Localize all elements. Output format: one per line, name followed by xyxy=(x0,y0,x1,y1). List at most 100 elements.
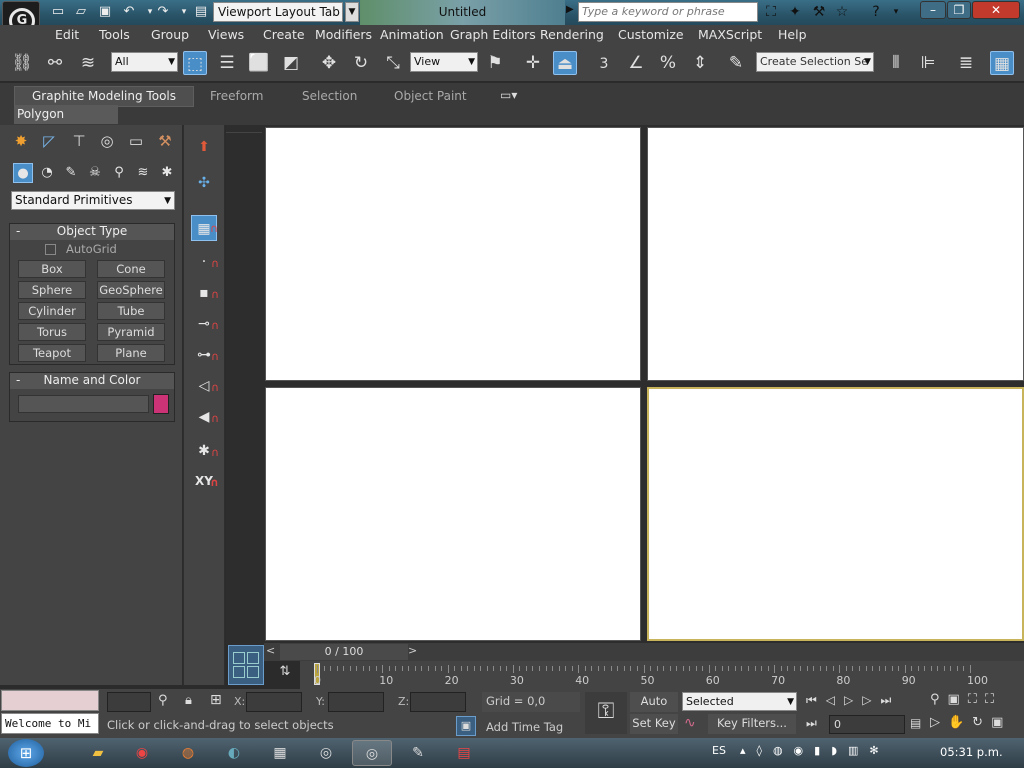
absolute-mode-icon[interactable]: ⊞ xyxy=(210,692,222,708)
motion-tab-icon[interactable]: ◎ xyxy=(96,130,118,152)
xy-snap-icon[interactable]: XY ∩ xyxy=(191,468,219,494)
app-task-icon[interactable]: ◐ xyxy=(214,740,254,766)
tab-freeform[interactable]: Freeform xyxy=(210,87,263,107)
utilities-tab-icon[interactable]: ⚒ xyxy=(154,130,176,152)
frame-counter[interactable]: 0 / 100 xyxy=(280,644,408,660)
snap-star-icon[interactable]: ✱ ∩ xyxy=(191,438,219,464)
cameras-icon[interactable]: ☠ xyxy=(85,163,105,183)
hierarchy-tab-icon[interactable]: ⊤ xyxy=(68,130,90,152)
ribbon-options-icon[interactable]: ▭▾ xyxy=(500,86,517,106)
edge-snap-icon[interactable]: ⊸ ∩ xyxy=(191,311,219,337)
mirror-icon[interactable]: ⫴ xyxy=(884,51,908,75)
selection-lock-icon[interactable]: 🔒︎ xyxy=(185,693,192,708)
key-filters-button[interactable]: Key Filters... xyxy=(708,714,796,734)
object-name-field[interactable] xyxy=(18,395,149,413)
tube-button[interactable]: Tube xyxy=(97,302,165,320)
link-icon[interactable]: ⛓ xyxy=(10,51,34,75)
help-dropdown-icon[interactable]: ▾ xyxy=(886,3,906,21)
z-coordinate-field[interactable] xyxy=(410,692,466,712)
keyboard-shortcut-override-icon[interactable]: ⏏ xyxy=(553,51,577,75)
polygon-snap-icon[interactable]: ◀ ∩ xyxy=(191,404,219,430)
menu-views[interactable]: Views xyxy=(208,25,244,45)
time-prev-icon[interactable]: < xyxy=(266,644,278,660)
reference-coord-dropdown[interactable]: View ▼ xyxy=(410,52,478,72)
clock[interactable]: 05:31 p.m. xyxy=(940,745,1003,759)
helpers-icon[interactable]: ⚲ xyxy=(109,163,129,183)
redo-icon[interactable]: ↷ xyxy=(155,4,171,20)
binoculars-icon[interactable]: ⛶ xyxy=(761,3,781,21)
face-snap-icon[interactable]: ◁ ∩ xyxy=(191,373,219,399)
open-file-icon[interactable]: ▱ xyxy=(73,4,89,20)
viewport-nav-bottom[interactable]: ▷✋↻▣ xyxy=(930,715,1011,730)
edit-named-selection-icon[interactable]: ✎ xyxy=(724,51,748,75)
restore-button[interactable]: ❐ xyxy=(947,1,971,19)
menu-customize[interactable]: Customize xyxy=(618,25,684,45)
tab-graphite-modeling-tools[interactable]: Graphite Modeling Tools xyxy=(14,86,194,107)
workspace-selector[interactable]: Viewport Layout Tab xyxy=(213,2,343,22)
space-warps-icon[interactable]: ≋ xyxy=(133,163,153,183)
menu-group[interactable]: Group xyxy=(151,25,189,45)
menu-graph-editors[interactable]: Graph Editors xyxy=(450,25,536,45)
angle-snap-icon[interactable]: ∠ xyxy=(624,51,648,75)
key-mode-toggle-icon[interactable]: ⏭ xyxy=(806,716,817,731)
systems-icon[interactable]: ✱ xyxy=(157,163,177,183)
bind-space-warp-icon[interactable]: ≋ xyxy=(76,51,100,75)
time-tag-icon[interactable]: ▣ xyxy=(456,716,476,736)
rectangular-selection-icon[interactable]: ⬜ xyxy=(247,51,271,75)
select-object-icon[interactable]: ⬚ xyxy=(183,51,207,75)
favorites-star-icon[interactable]: ☆ xyxy=(832,3,852,21)
tab-object-paint[interactable]: Object Paint xyxy=(394,87,467,107)
paint-task-icon[interactable]: ✎ xyxy=(398,740,438,766)
save-icon[interactable]: ▣ xyxy=(97,4,113,20)
menu-maxscript[interactable]: MAXScript xyxy=(698,25,762,45)
object-color-swatch[interactable] xyxy=(153,394,169,414)
key-mode-dropdown[interactable]: Selected ▼ xyxy=(682,692,797,711)
search-input[interactable]: Type a keyword or phrase xyxy=(578,2,758,22)
polygon-modeling-panel[interactable]: Polygon Modeling xyxy=(14,105,118,139)
3dsmax-task-icon[interactable]: ◎ xyxy=(306,740,346,766)
3dsmax-active-task-icon[interactable]: ◎ xyxy=(352,740,392,766)
unlink-icon[interactable]: ⚯ xyxy=(43,51,67,75)
track-bar[interactable]: 0 10 20 30 40 50 60 70 80 90 100 xyxy=(300,661,1024,689)
isolate-selection-icon[interactable]: ⚲ xyxy=(158,693,168,708)
menu-modifiers[interactable]: Modifiers xyxy=(315,25,372,45)
new-file-icon[interactable]: ▭ xyxy=(50,4,66,20)
rotate-icon[interactable]: ↻ xyxy=(349,51,373,75)
track-bar-toggle-icon[interactable]: ⇅ xyxy=(272,664,298,686)
select-by-name-icon[interactable]: ☰ xyxy=(215,51,239,75)
display-tab-icon[interactable]: ▭ xyxy=(125,130,147,152)
create-tab-icon[interactable]: ✸ xyxy=(10,130,32,152)
communication-center-icon[interactable]: ⚒ xyxy=(809,3,829,21)
x-coordinate-field[interactable] xyxy=(246,692,302,712)
name-color-header[interactable]: - Name and Color xyxy=(10,373,174,389)
shapes-icon[interactable]: ◔ xyxy=(37,163,57,183)
object-type-header[interactable]: - Object Type xyxy=(10,224,174,240)
viewport-front[interactable] xyxy=(647,127,1024,381)
snaps-toggle-icon[interactable]: 3 xyxy=(592,51,616,75)
snap-options-icon[interactable]: ✣ xyxy=(191,170,217,196)
snap-container-icon[interactable]: ⬆ xyxy=(191,134,217,160)
calendar-task-icon[interactable]: ▦ xyxy=(260,740,300,766)
workspace-dropdown-icon[interactable]: ▼ xyxy=(345,2,359,22)
viewport-top[interactable] xyxy=(265,127,641,381)
plane-button[interactable]: Plane xyxy=(97,344,165,362)
window-crossing-icon[interactable]: ◩ xyxy=(279,51,303,75)
project-folder-icon[interactable]: ▤ xyxy=(193,4,209,20)
teapot-button[interactable]: Teapot xyxy=(18,344,86,362)
midpoint-snap-icon[interactable]: ⊶ ∩ xyxy=(191,342,219,368)
selection-filter-dropdown[interactable]: All ▼ xyxy=(111,52,178,72)
archive-task-icon[interactable]: ▤ xyxy=(444,740,484,766)
maxscript-mini-listener-top[interactable] xyxy=(1,690,99,711)
viewport-left[interactable] xyxy=(265,387,641,641)
menu-animation[interactable]: Animation xyxy=(380,25,444,45)
cone-button[interactable]: Cone xyxy=(97,260,165,278)
graphite-toggle-icon[interactable]: ▦ xyxy=(990,51,1014,75)
spinner-snap-icon[interactable]: ⇕ xyxy=(688,51,712,75)
percent-snap-icon[interactable]: % xyxy=(656,51,680,75)
y-coordinate-field[interactable] xyxy=(328,692,384,712)
menu-rendering[interactable]: Rendering xyxy=(540,25,604,45)
tab-selection[interactable]: Selection xyxy=(302,87,357,107)
redo-dropdown-icon[interactable]: ▾ xyxy=(176,4,192,20)
current-frame-field[interactable]: 0 xyxy=(829,715,905,734)
viewport-nav-top[interactable]: ⚲▣⛶⛶ xyxy=(930,692,1002,707)
